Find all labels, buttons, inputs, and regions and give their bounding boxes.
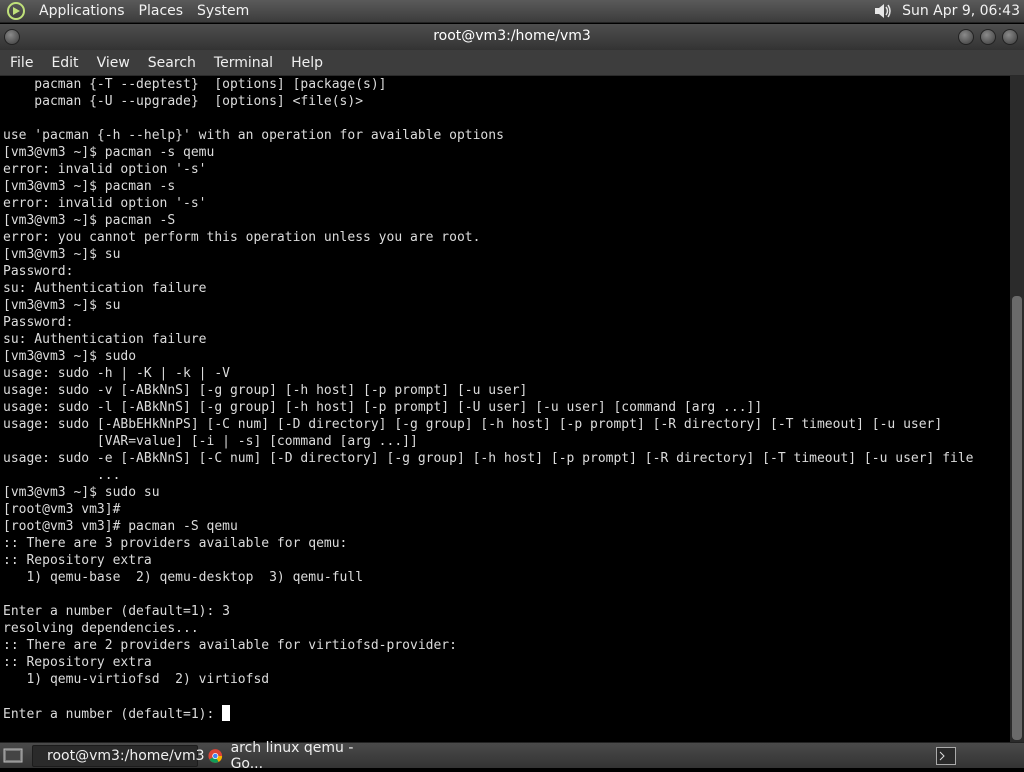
terminal-line: [vm3@vm3 ~]$ su: [3, 247, 121, 262]
terminal-line: error: you cannot perform this operation…: [3, 230, 481, 245]
terminal-area[interactable]: pacman {-T --deptest} [options] [package…: [0, 76, 1010, 742]
menu-help[interactable]: Help: [281, 55, 331, 71]
tray-terminal-icon[interactable]: [936, 747, 956, 765]
terminal-line: resolving dependencies...: [3, 621, 199, 636]
close-icon[interactable]: [1002, 29, 1018, 45]
terminal-line: error: invalid option '-s': [3, 162, 207, 177]
terminal-output: pacman {-T --deptest} [options] [package…: [0, 76, 974, 723]
terminal-line: [root@vm3 vm3]# pacman -S qemu: [3, 519, 238, 534]
terminal-line: usage: sudo -l [-ABkNnS] [-g group] [-h …: [3, 400, 763, 415]
task-label: root@vm3:/home/vm3: [47, 748, 205, 764]
gnome-foot-icon[interactable]: [6, 1, 26, 21]
terminal-line: :: Repository extra: [3, 553, 152, 568]
terminal-line: [vm3@vm3 ~]$ pacman -s qemu: [3, 145, 215, 160]
terminal-line: usage: sudo -v [-ABkNnS] [-g group] [-h …: [3, 383, 528, 398]
menu-file[interactable]: File: [0, 55, 41, 71]
terminal-line: usage: sudo [-ABbEHkNnPS] [-C num] [-D d…: [3, 417, 943, 432]
window-titlebar[interactable]: root@vm3:/home/vm3: [0, 24, 1024, 50]
text-cursor: [222, 705, 231, 721]
minimize-icon[interactable]: [958, 29, 974, 45]
terminal-line: pacman {-U --upgrade} [options] <file(s)…: [3, 94, 364, 109]
menu-terminal[interactable]: Terminal: [204, 55, 281, 71]
terminal-line: :: Repository extra: [3, 655, 152, 670]
volume-icon[interactable]: [872, 1, 894, 21]
places-menu[interactable]: Places: [132, 3, 191, 19]
window-title: root@vm3:/home/vm3: [433, 28, 591, 44]
menubar: File Edit View Search Terminal Help: [0, 50, 1024, 76]
terminal-line: su: Authentication failure: [3, 281, 207, 296]
scrollbar-thumb[interactable]: [1012, 296, 1022, 740]
terminal-line: [VAR=value] [-i | -s] [command [arg ...]…: [3, 434, 418, 449]
terminal-line: usage: sudo -h | -K | -k | -V: [3, 366, 230, 381]
terminal-line: [vm3@vm3 ~]$ sudo: [3, 349, 137, 364]
terminal-line: [vm3@vm3 ~]$ pacman -S: [3, 213, 176, 228]
terminal-line: su: Authentication failure: [3, 332, 207, 347]
terminal-line: :: There are 2 providers available for v…: [3, 638, 457, 653]
terminal-line: Enter a number (default=1): 3: [3, 604, 230, 619]
menu-search[interactable]: Search: [138, 55, 204, 71]
terminal-scrollbar[interactable]: [1010, 76, 1024, 742]
terminal-line: [vm3@vm3 ~]$ su: [3, 298, 121, 313]
chrome-icon: [208, 749, 223, 763]
menu-view[interactable]: View: [87, 55, 138, 71]
terminal-line: [vm3@vm3 ~]$ pacman -s: [3, 179, 176, 194]
terminal-line: usage: sudo -e [-ABkNnS] [-C num] [-D di…: [3, 451, 974, 466]
terminal-line: use 'pacman {-h --help}' with an operati…: [3, 128, 504, 143]
system-menu[interactable]: System: [190, 3, 256, 19]
task-terminal[interactable]: root@vm3:/home/vm3: [32, 745, 205, 767]
clock[interactable]: Sun Apr 9, 06:43: [902, 3, 1024, 19]
terminal-line: error: invalid option '-s': [3, 196, 207, 211]
terminal-line: 1) qemu-base 2) qemu-desktop 3) qemu-ful…: [3, 570, 364, 585]
terminal-line: [root@vm3 vm3]#: [3, 502, 121, 517]
terminal-line: 1) qemu-virtiofsd 2) virtiofsd: [3, 672, 270, 687]
show-desktop-icon[interactable]: [3, 747, 23, 765]
terminal-line: :: There are 3 providers available for q…: [3, 536, 348, 551]
maximize-icon[interactable]: [980, 29, 996, 45]
terminal-line: [vm3@vm3 ~]$ sudo su: [3, 485, 160, 500]
terminal-line: Password:: [3, 264, 74, 279]
task-label: arch linux qemu - Go...: [230, 740, 354, 772]
terminal-line: Enter a number (default=1):: [3, 707, 223, 722]
menu-edit[interactable]: Edit: [41, 55, 86, 71]
terminal-line: pacman {-T --deptest} [options] [package…: [3, 77, 387, 92]
top-panel: Applications Places System Sun Apr 9, 06…: [0, 0, 1024, 23]
applications-menu[interactable]: Applications: [32, 3, 132, 19]
terminal-line: ...: [3, 468, 121, 483]
bottom-taskbar: root@vm3:/home/vm3 arch linux qemu - Go.…: [0, 740, 1024, 772]
task-browser[interactable]: arch linux qemu - Go...: [202, 740, 382, 772]
terminal-line: Password:: [3, 315, 74, 330]
